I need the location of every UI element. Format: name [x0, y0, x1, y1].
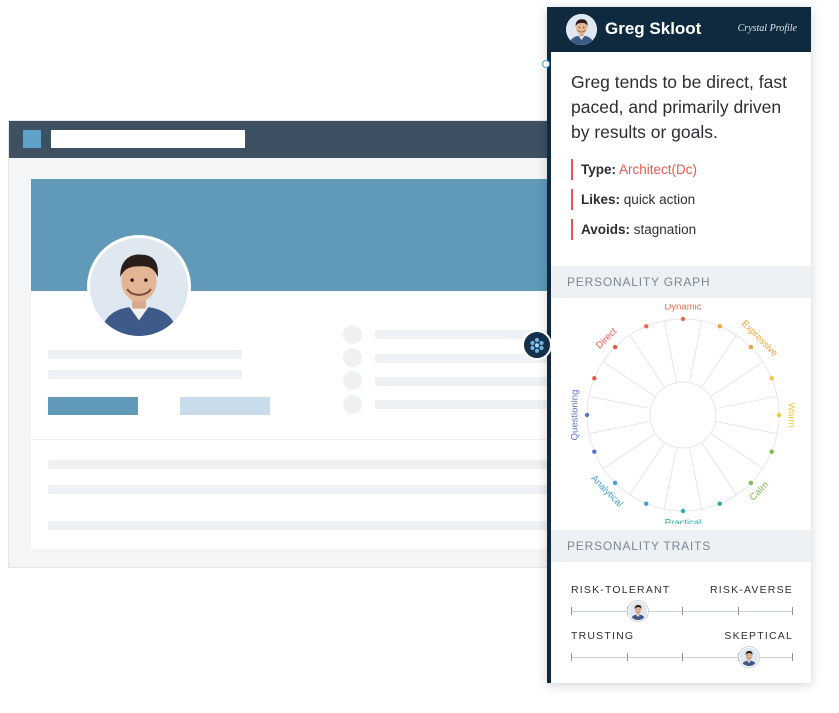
graph-marker: [612, 480, 618, 486]
avoids-label: Avoids:: [581, 222, 631, 237]
trait-position-avatar: [627, 601, 648, 621]
personality-graph-heading: PERSONALITY GRAPH: [551, 266, 811, 298]
panel-header: Greg Skloot Crystal Profile: [551, 7, 811, 52]
browser-toolbar: [9, 121, 563, 158]
placeholder-line: [48, 370, 242, 379]
personality-graph-svg: DynamicExpressiveWarmCalmPracticalAnalyt…: [570, 302, 797, 529]
placeholder-line: [375, 377, 565, 386]
graph-marker: [680, 508, 686, 514]
graph-label-questioning: Questioning: [570, 390, 581, 441]
graph-spoke: [688, 320, 703, 383]
placeholder-line: [48, 485, 565, 494]
trait-trust: TRUSTING SKEPTICAL: [571, 630, 793, 668]
graph-spoke: [715, 395, 778, 410]
placeholder-line: [48, 521, 565, 530]
connector-dot: [542, 60, 550, 68]
graph-marker: [717, 501, 722, 506]
crystal-profile-panel: Greg Skloot Crystal Profile Greg tends t…: [547, 7, 811, 683]
graph-marker: [584, 412, 590, 418]
graph-marker: [592, 449, 597, 454]
graph-marker: [776, 412, 782, 418]
graph-spoke: [710, 432, 764, 469]
graph-spoke: [663, 320, 678, 383]
graph-spoke: [710, 361, 764, 398]
trait-left-label: TRUSTING: [571, 630, 635, 642]
type-label: Type:: [581, 162, 617, 177]
graph-spoke: [715, 420, 778, 435]
graph-spoke: [602, 361, 656, 398]
avoids-fact: Avoids: stagnation: [571, 219, 803, 240]
placeholder-secondary-button[interactable]: [180, 397, 270, 415]
likes-label: Likes:: [581, 192, 621, 207]
placeholder-line: [48, 460, 565, 469]
placeholder-primary-button[interactable]: [48, 397, 138, 415]
graph-inner-ring: [649, 381, 717, 449]
profile-avatar[interactable]: [87, 235, 191, 339]
trait-scale: [571, 646, 793, 668]
trait-risk: RISK-TOLERANT RISK-AVERSE: [571, 584, 793, 622]
graph-spoke: [588, 395, 651, 410]
trait-right-label: RISK-AVERSE: [709, 584, 793, 596]
type-fact: Type: Architect(Dc): [571, 159, 803, 180]
placeholder-line: [48, 350, 242, 359]
graph-spoke: [602, 432, 656, 469]
graph-marker: [769, 449, 774, 454]
crystal-extension-icon[interactable]: [522, 330, 552, 360]
graph-label-dynamic: Dynamic: [665, 304, 702, 313]
avoids-value: stagnation: [633, 222, 697, 237]
graph-marker: [748, 344, 754, 350]
trait-position-avatar: [738, 647, 759, 667]
divider: [31, 439, 565, 440]
graph-marker: [644, 324, 649, 329]
graph-spoke: [629, 442, 666, 496]
graph-marker: [680, 316, 686, 322]
placeholder-dot: [343, 395, 362, 414]
graph-label-expressive: Expressive: [739, 318, 780, 359]
browser-mockup: [8, 120, 565, 568]
graph-spoke: [688, 447, 703, 510]
placeholder-line: [375, 400, 565, 409]
placeholder-dot: [343, 348, 362, 367]
browser-tab-icon: [23, 130, 41, 148]
graph-spoke: [700, 442, 737, 496]
graph-spoke: [700, 334, 737, 388]
trait-left-label: RISK-TOLERANT: [571, 584, 671, 596]
placeholder-dot: [343, 371, 362, 390]
likes-value: quick action: [623, 192, 696, 207]
header-avatar: [566, 14, 597, 45]
graph-marker: [612, 344, 618, 350]
graph-spoke: [663, 447, 678, 510]
profile-page: [31, 179, 565, 549]
graph-marker: [769, 376, 774, 381]
trait-right-label: SKEPTICAL: [724, 630, 793, 642]
graph-marker: [644, 501, 649, 506]
placeholder-dot: [343, 325, 362, 344]
graph-marker: [717, 324, 722, 329]
graph-label-practical: Practical: [665, 518, 701, 524]
profile-facts: Type: Architect(Dc) Likes: quick action …: [571, 159, 803, 249]
graph-label-analytical: Analytical: [588, 473, 625, 510]
graph-marker: [592, 376, 597, 381]
address-bar[interactable]: [51, 130, 245, 148]
personality-traits-heading: PERSONALITY TRAITS: [551, 530, 811, 562]
personality-graph[interactable]: Dynamic Expressive Warm Calm Practical Analyt…: [567, 302, 799, 529]
graph-spoke: [588, 420, 651, 435]
graph-marker: [748, 480, 754, 486]
graph-label-warm: Warm: [785, 403, 796, 428]
personality-summary: Greg tends to be direct, fast paced, and…: [571, 72, 787, 142]
type-value[interactable]: Architect(Dc): [619, 162, 697, 177]
trait-scale: [571, 600, 793, 622]
likes-fact: Likes: quick action: [571, 189, 803, 210]
graph-spoke: [629, 334, 666, 388]
brand-label[interactable]: Crystal Profile: [738, 23, 797, 34]
profile-name: Greg Skloot: [605, 19, 702, 38]
